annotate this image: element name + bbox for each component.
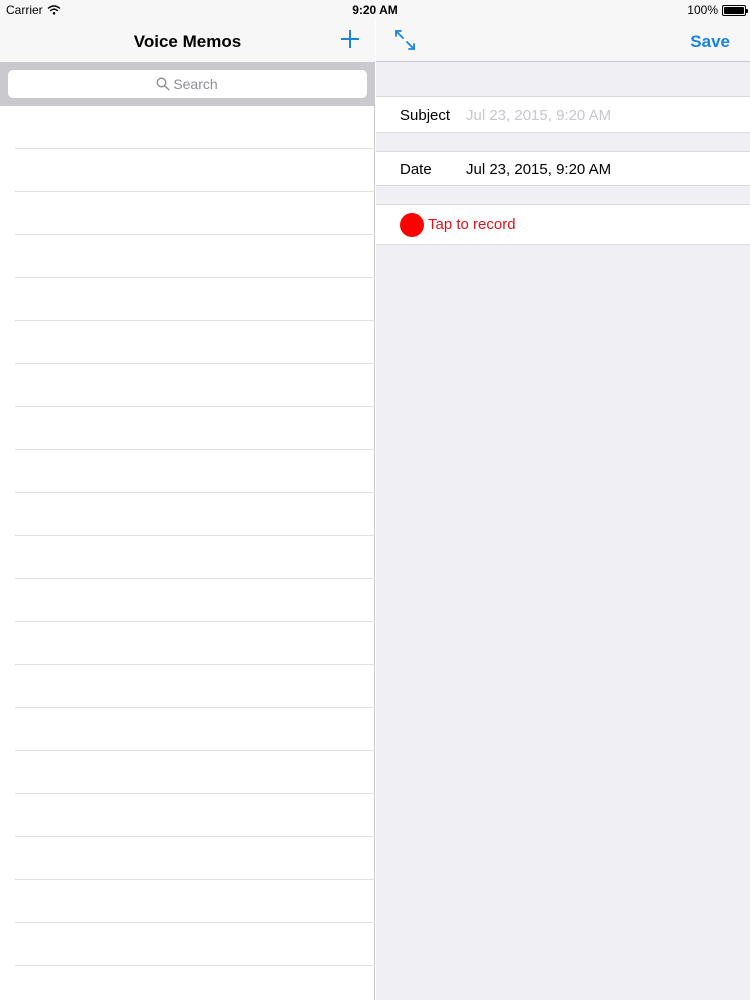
battery-percent: 100%: [687, 3, 718, 17]
status-time: 9:20 AM: [352, 3, 398, 17]
list-item[interactable]: [15, 235, 375, 278]
list-item[interactable]: [15, 364, 375, 407]
list-item[interactable]: [15, 106, 375, 149]
battery-level: [724, 6, 744, 14]
expand-arrows-icon: [395, 30, 415, 50]
ipad-screen: Voice Memos Search Save Subject Jul 23, …: [0, 0, 750, 1000]
list-item[interactable]: [15, 192, 375, 235]
list-item[interactable]: [15, 450, 375, 493]
list-item[interactable]: [15, 278, 375, 321]
expand-button[interactable]: [393, 28, 417, 52]
page-title: Voice Memos: [133, 32, 242, 51]
search-input[interactable]: [8, 70, 367, 98]
record-cell[interactable]: Tap to record: [376, 204, 750, 245]
date-cell[interactable]: Date Jul 23, 2015, 9:20 AM: [376, 151, 750, 186]
list-item[interactable]: [15, 407, 375, 450]
list-item[interactable]: [15, 321, 375, 364]
list-item[interactable]: [15, 923, 375, 966]
memo-list-pane: Voice Memos: [0, 0, 375, 1000]
master-navigation-bar: Voice Memos: [0, 20, 375, 62]
list-item[interactable]: [15, 536, 375, 579]
list-item[interactable]: [15, 579, 375, 622]
detail-navigation-bar: Save: [376, 20, 750, 62]
list-item[interactable]: [15, 966, 375, 1000]
search-bar: [0, 62, 375, 106]
status-right: 100%: [687, 3, 748, 17]
status-bar: Carrier 9:20 AM 100%: [0, 0, 750, 20]
search-field: [8, 70, 367, 98]
subject-cell: Subject: [376, 96, 750, 133]
tap-to-record-label: Tap to record: [428, 216, 516, 233]
subject-label: Subject: [400, 107, 451, 124]
date-label: Date: [400, 161, 432, 178]
record-dot-icon: [400, 213, 424, 237]
add-memo-button[interactable]: [339, 28, 361, 50]
list-item[interactable]: [15, 708, 375, 751]
memo-list: [0, 106, 375, 1000]
list-item[interactable]: [15, 665, 375, 708]
memo-detail-pane: Save Subject Date Jul 23, 2015, 9:20 AM …: [376, 0, 750, 1000]
list-item[interactable]: [15, 880, 375, 923]
subject-input[interactable]: [466, 103, 726, 127]
list-item[interactable]: [15, 149, 375, 192]
list-item[interactable]: [15, 751, 375, 794]
date-value: Jul 23, 2015, 9:20 AM: [466, 161, 612, 178]
list-item[interactable]: [15, 794, 375, 837]
list-item[interactable]: [15, 837, 375, 880]
battery-icon: [722, 4, 748, 16]
plus-icon: [341, 30, 359, 48]
list-item[interactable]: [15, 622, 375, 665]
list-item[interactable]: [15, 493, 375, 536]
save-button[interactable]: Save: [690, 32, 730, 52]
